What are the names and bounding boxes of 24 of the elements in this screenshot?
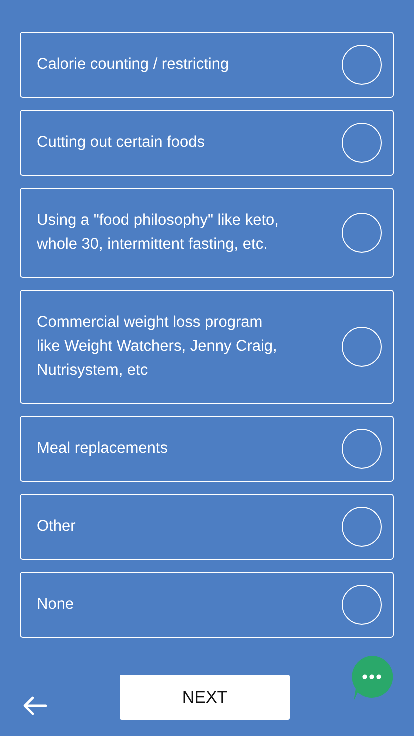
radio-button[interactable] xyxy=(342,585,382,625)
option-label: Meal replacements xyxy=(37,439,168,459)
answer-option[interactable]: Meal replacements xyxy=(20,416,394,482)
radio-button[interactable] xyxy=(342,429,382,469)
answer-option[interactable]: Commercial weight loss program like Weight Watchers, Jenny Craig, Nutrisystem, etc xyxy=(20,290,394,404)
radio-button[interactable] xyxy=(342,123,382,163)
option-label: Cutting out certain foods xyxy=(37,133,206,153)
answer-option[interactable]: None xyxy=(20,572,394,638)
radio-button[interactable] xyxy=(342,327,382,367)
answer-option[interactable]: Other xyxy=(20,494,394,560)
answer-option[interactable]: Using a "food philosophy" like keto, whole 30, intermittent fasting, etc. xyxy=(20,188,394,278)
option-label: Commercial weight loss program like Weight Watchers, Jenny Craig, Nutrisystem, etc xyxy=(37,313,278,381)
answer-option[interactable]: Cutting out certain foods xyxy=(20,110,394,176)
option-label: None xyxy=(37,595,74,615)
back-arrow-icon[interactable] xyxy=(22,694,48,716)
option-label: Using a "food philosophy" like keto, whole 30, intermittent fasting, etc. xyxy=(37,211,279,255)
answer-option[interactable]: Calorie counting / restricting xyxy=(20,32,394,98)
chat-bubble-icon[interactable] xyxy=(350,655,394,703)
option-label: Calorie counting / restricting xyxy=(37,55,230,75)
option-label: Other xyxy=(37,517,76,537)
radio-button[interactable] xyxy=(342,213,382,253)
radio-button[interactable] xyxy=(342,507,382,547)
next-button[interactable]: NEXT xyxy=(120,675,290,720)
radio-button[interactable] xyxy=(342,45,382,85)
